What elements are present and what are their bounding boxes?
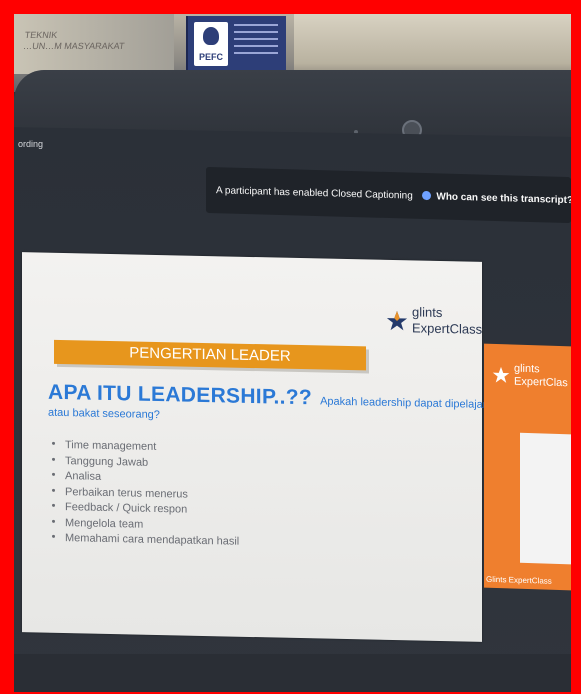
pefc-logo: PEFC xyxy=(194,22,228,66)
pefc-text-lines xyxy=(234,24,278,59)
book-text-line-1: TEKNIK xyxy=(24,30,59,40)
book-text-line-2: …UN…M MASYARAKAT xyxy=(22,41,126,51)
tile-video-area xyxy=(520,432,571,565)
logo-line-1: glints xyxy=(412,304,443,320)
title-banner: PENGERTIAN LEADER xyxy=(54,339,366,371)
cc-message: A participant has enabled Closed Caption… xyxy=(216,185,413,202)
photo: TEKNIK …UN…M MASYARAKAT PEFC ording A pa… xyxy=(14,14,571,692)
participant-name: Glints ExpertClass xyxy=(486,574,552,586)
person-icon xyxy=(421,190,431,201)
transcript-link[interactable]: Who can see this transcript? Recording o… xyxy=(436,191,571,208)
pefc-book: PEFC xyxy=(186,16,286,74)
slide-question: Apakah leadership dapat dipelajari xyxy=(320,395,489,411)
bullet-list: Time management Tanggung Jawab Analisa P… xyxy=(52,438,239,550)
banner-title: PENGERTIAN LEADER xyxy=(129,344,291,365)
participant-video-tile[interactable]: glints ExpertClas Glints ExpertClass xyxy=(484,343,571,591)
list-item: Memahami cara mendapatkan hasil xyxy=(52,531,239,550)
tree-icon xyxy=(203,27,219,45)
star-icon xyxy=(386,310,408,331)
slide-question-cont: atau bakat seseorang? xyxy=(48,406,160,422)
pefc-label: PEFC xyxy=(198,52,223,62)
recording-label: ording xyxy=(18,139,44,149)
slide-heading: APA ITU LEADERSHIP..?? xyxy=(48,380,313,410)
book-spine: TEKNIK …UN…M MASYARAKAT xyxy=(14,14,174,74)
logo-line-2: ExpertClass xyxy=(412,320,483,337)
shared-slide: glints ExpertClass PENGERTIAN LEADER APA… xyxy=(22,252,489,642)
star-icon xyxy=(492,366,510,383)
screen-bottom xyxy=(14,654,571,692)
tile-logo-line-2: ExpertClas xyxy=(514,375,568,390)
